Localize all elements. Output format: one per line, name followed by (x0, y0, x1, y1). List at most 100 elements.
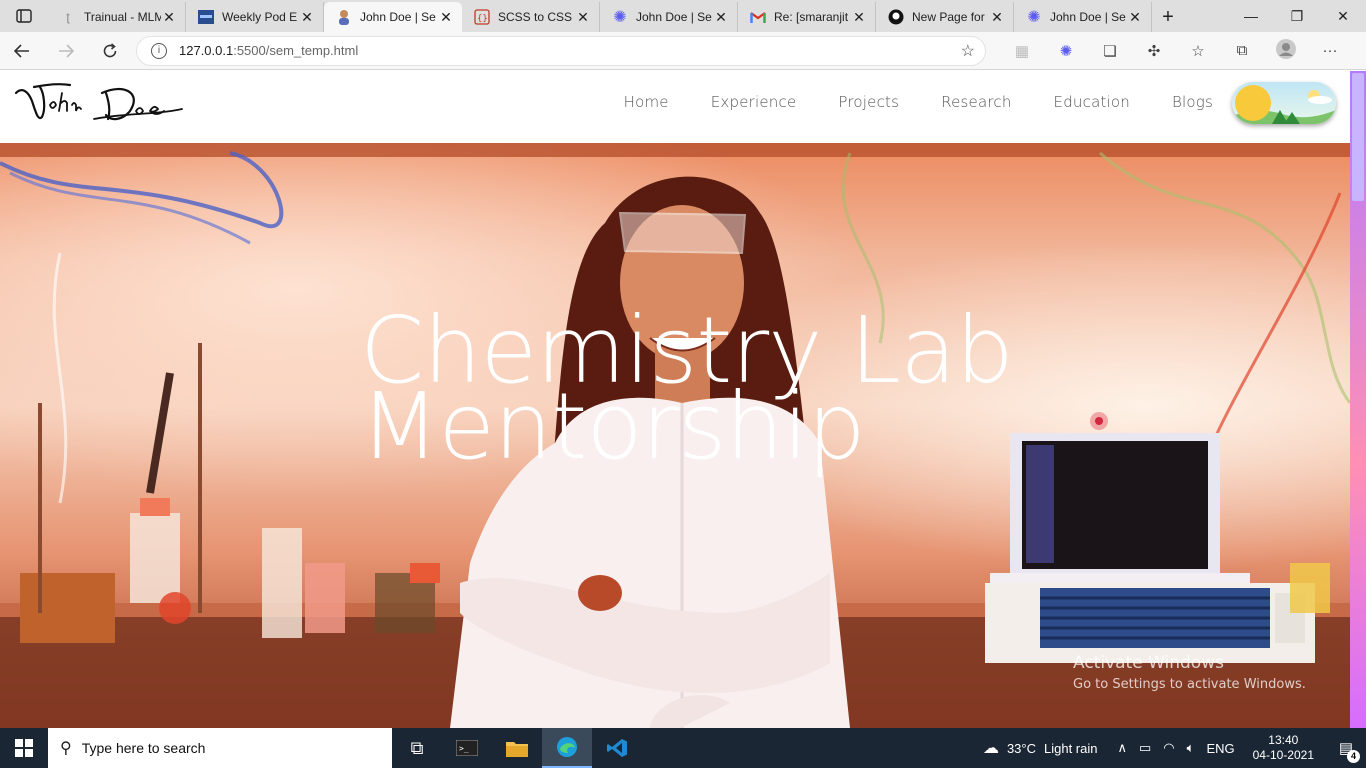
extension-grid-icon[interactable]: ▦ (1000, 42, 1044, 60)
notification-center-button[interactable]: ▤ 4 (1326, 739, 1366, 763)
search-icon: ⚲ (60, 740, 72, 757)
svg-text:>_: >_ (459, 744, 469, 753)
tab-title: Re: [smaranjit (774, 10, 849, 24)
watermark-title: Activate Windows (1073, 653, 1224, 673)
weather-temp: 33°C (1006, 740, 1036, 756)
favorites-icon[interactable]: ☆ (1176, 42, 1220, 60)
vscode-icon[interactable] (592, 728, 642, 768)
nav-link-research[interactable]: Research (941, 93, 1011, 111)
extension-flower-icon[interactable]: ✺ (1044, 42, 1088, 60)
close-tab-icon[interactable]: ✕ (575, 9, 591, 26)
clock-time: 13:40 (1268, 733, 1299, 747)
site-navigation: Home Experience Projects Research Educat… (582, 93, 1213, 111)
browser-tab[interactable]: {} SCSS to CSS C ✕ (462, 2, 600, 32)
nav-link-blogs[interactable]: Blogs (1172, 93, 1213, 111)
pod-icon (198, 9, 214, 25)
wifi-icon[interactable]: ◠ (1163, 740, 1174, 756)
browser-tab[interactable]: ✺ John Doe | Se ✕ (600, 2, 738, 32)
collections-icon[interactable]: ❏ (1088, 42, 1132, 60)
window-controls: — ❐ ✕ (1228, 0, 1366, 32)
browser-tab[interactable]: ✺ John Doe | Se ✕ (1014, 2, 1152, 32)
terminal-app-icon[interactable]: >_ (442, 728, 492, 768)
close-tab-icon[interactable]: ✕ (851, 9, 867, 26)
extensions-puzzle-icon[interactable]: ✣ (1132, 42, 1176, 60)
mouse-cursor-indicator (1090, 412, 1108, 430)
close-tab-icon[interactable]: ✕ (299, 9, 315, 26)
search-placeholder: Type here to search (81, 740, 206, 756)
windows-taskbar: ⚲ Type here to search ⧉ >_ ☁ 33°C Light … (0, 728, 1366, 768)
weather-condition: Light rain (1043, 740, 1098, 756)
theme-toggle-switch[interactable] (1232, 82, 1336, 124)
browser-toolbar: i 127.0.0.1:5500/sem_temp.html ☆ ▦ ✺ ❏ ✣… (0, 32, 1366, 70)
forward-button[interactable] (44, 32, 88, 70)
browser-tab-active[interactable]: John Doe | Se ✕ (324, 2, 462, 32)
clock-date: 04-10-2021 (1252, 748, 1314, 762)
volume-icon[interactable]: 🔈︎ (1187, 740, 1195, 756)
cloud-rain-icon: ☁ (982, 740, 999, 757)
back-arrow-icon (14, 43, 29, 58)
tab-title: John Doe | Se (360, 10, 436, 24)
system-tray: ☁ 33°C Light rain ∧ ▭ ◠ 🔈︎ ENG 13:40 04-… (983, 728, 1366, 768)
battery-icon[interactable]: ▭ (1139, 740, 1151, 756)
start-button[interactable] (0, 728, 48, 768)
nav-link-education[interactable]: Education (1054, 93, 1130, 111)
refresh-button[interactable] (88, 32, 132, 70)
flower-icon: ✺ (1027, 9, 1041, 26)
tab-title: John Doe | Se (1050, 10, 1126, 24)
scrollbar-thumb[interactable] (1352, 73, 1364, 201)
tab-collections-icon[interactable]: ⧉ (1220, 42, 1264, 59)
refresh-icon (103, 42, 117, 57)
gmail-icon (750, 9, 766, 25)
tab-actions-button[interactable] (0, 0, 48, 32)
clock[interactable]: 13:40 04-10-2021 (1253, 733, 1314, 763)
forward-arrow-icon (59, 43, 74, 58)
chevron-up-icon[interactable]: ∧ (1117, 740, 1127, 756)
close-tab-icon[interactable]: ✕ (1127, 9, 1143, 26)
settings-more-icon[interactable]: ··· (1308, 42, 1352, 59)
address-bar[interactable]: i 127.0.0.1:5500/sem_temp.html ☆ (136, 35, 986, 66)
minimize-icon[interactable]: — (1228, 8, 1274, 24)
close-tab-icon[interactable]: ✕ (161, 9, 177, 26)
site-info-icon[interactable]: i (151, 42, 167, 59)
activate-windows-watermark: Activate Windows Go to Settings to activ… (1073, 653, 1306, 692)
close-tab-icon[interactable]: ✕ (989, 9, 1005, 26)
nav-link-experience[interactable]: Experience (711, 93, 797, 111)
add-favorite-icon[interactable]: ☆ (961, 41, 975, 61)
watermark-subtitle: Go to Settings to activate Windows. (1073, 677, 1306, 692)
task-view-icon[interactable]: ⧉ (392, 728, 442, 768)
notification-count-badge: 4 (1347, 750, 1360, 763)
site-header: Home Experience Projects Research Educat… (0, 71, 1350, 143)
new-tab-button[interactable]: + (1152, 2, 1184, 32)
scss-icon: {} (474, 9, 490, 25)
weather-widget[interactable]: ☁ 33°C Light rain (983, 738, 1098, 758)
maximize-icon[interactable]: ❐ (1274, 8, 1320, 25)
page-scrollbar[interactable] (1350, 71, 1366, 728)
file-explorer-icon[interactable] (492, 728, 542, 768)
close-tab-icon[interactable]: ✕ (438, 9, 454, 26)
windows-logo-icon (15, 739, 33, 757)
day-mode-icon (1232, 82, 1336, 124)
browser-tab[interactable]: Weekly Pod E ✕ (186, 2, 324, 32)
url-text: 127.0.0.1:5500/sem_temp.html (179, 43, 961, 58)
tab-title: SCSS to CSS C (498, 10, 575, 24)
flower-icon: ✺ (613, 9, 627, 26)
close-tab-icon[interactable]: ✕ (713, 9, 729, 26)
extensions-bar: ▦ ✺ ❏ ✣ ☆ ⧉ ··· (1000, 38, 1352, 64)
back-button[interactable] (0, 32, 44, 70)
nav-link-projects[interactable]: Projects (838, 93, 899, 111)
browser-tab-strip: ʈ Trainual - MLM ✕ Weekly Pod E ✕ John D… (0, 0, 1366, 32)
browser-tab[interactable]: New Page for ✕ (876, 2, 1014, 32)
site-logo[interactable] (14, 79, 184, 129)
profile-avatar-icon[interactable] (1264, 38, 1308, 64)
tab-title: Trainual - MLM (84, 10, 161, 24)
browser-tab[interactable]: ʈ Trainual - MLM ✕ (48, 2, 186, 32)
edge-browser-icon[interactable] (542, 728, 592, 768)
browser-tab[interactable]: Re: [smaranjit ✕ (738, 2, 876, 32)
close-window-icon[interactable]: ✕ (1320, 8, 1366, 25)
url-path: :5500/sem_temp.html (233, 43, 359, 58)
taskbar-search-box[interactable]: ⚲ Type here to search (48, 728, 392, 768)
nav-link-home[interactable]: Home (624, 93, 669, 111)
page-viewport: Home Experience Projects Research Educat… (0, 71, 1366, 728)
language-indicator[interactable]: ENG (1206, 741, 1234, 756)
tab-title: New Page for (912, 10, 985, 24)
